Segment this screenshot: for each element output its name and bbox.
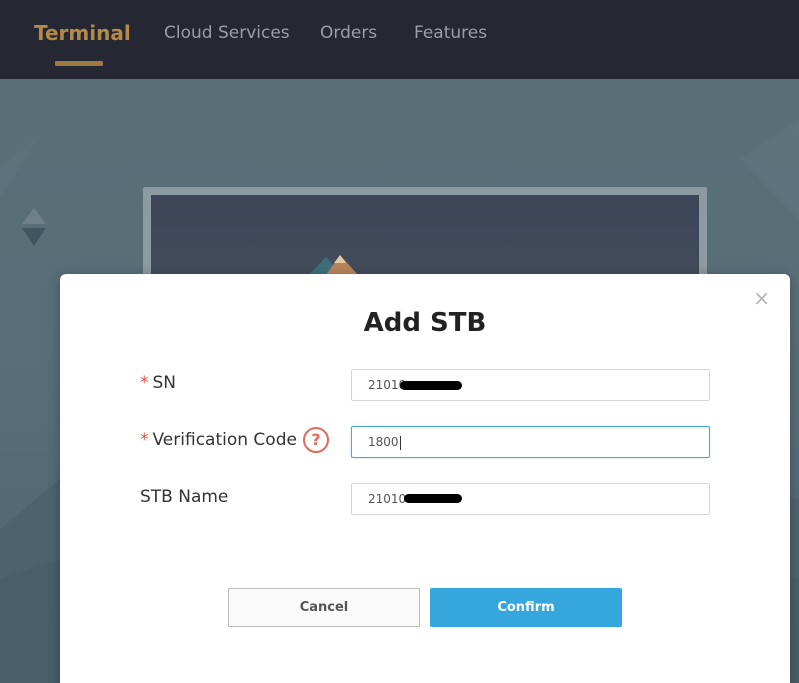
- stb-name-value: 21010: [368, 492, 407, 506]
- dialog-title: Add STB: [363, 308, 487, 338]
- verification-code-input[interactable]: 1800: [351, 426, 710, 458]
- nav-item-orders[interactable]: Orders: [320, 23, 377, 43]
- sn-input[interactable]: 21010: [351, 369, 710, 401]
- help-icon[interactable]: ?: [303, 427, 329, 453]
- nav-item-terminal[interactable]: Terminal: [34, 21, 131, 45]
- verification-code-label-text: Verification Code: [152, 430, 297, 450]
- nav-item-features[interactable]: Features: [414, 23, 487, 43]
- redaction-mark: [404, 494, 462, 503]
- nav-active-indicator: [55, 61, 103, 66]
- stb-name-row: STB Name 21010: [140, 483, 730, 515]
- required-mark: *: [140, 430, 149, 450]
- cancel-button[interactable]: Cancel: [228, 588, 420, 627]
- confirm-button[interactable]: Confirm: [430, 588, 622, 627]
- carousel-arrows-icon[interactable]: [20, 208, 48, 248]
- close-icon[interactable]: ×: [753, 288, 770, 308]
- verification-code-row: * Verification Code ? 1800: [140, 426, 730, 458]
- preview-screen: [151, 195, 699, 285]
- verification-code-value: 1800: [368, 435, 399, 449]
- verification-code-label: * Verification Code: [140, 430, 297, 450]
- redaction-mark: [400, 381, 462, 390]
- mountain-icon: [309, 255, 358, 275]
- top-nav: Terminal Cloud Services Orders Features: [0, 0, 799, 79]
- required-mark: *: [140, 373, 149, 393]
- sn-label-text: SN: [152, 373, 177, 393]
- nav-item-cloud-services[interactable]: Cloud Services: [164, 23, 290, 43]
- stb-name-label: STB Name: [140, 487, 229, 507]
- sn-label: * SN: [140, 373, 176, 393]
- stb-name-input[interactable]: 21010: [351, 483, 710, 515]
- add-stb-dialog: × Add STB * SN 21010 * Verification Code ?…: [60, 274, 790, 683]
- sn-row: * SN 21010: [140, 369, 730, 401]
- text-cursor: [399, 435, 401, 450]
